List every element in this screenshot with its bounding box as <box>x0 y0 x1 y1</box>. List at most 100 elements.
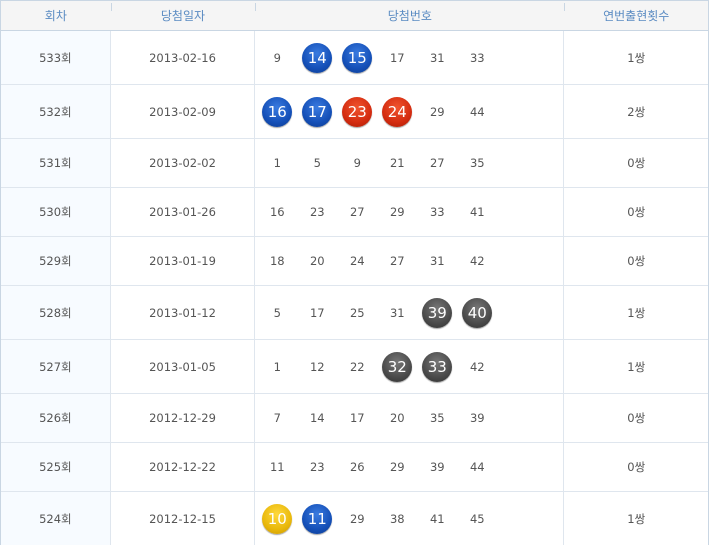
round-cell: 531회 <box>1 139 111 187</box>
header-round: 회차 <box>44 9 67 23</box>
number-slot: 17 <box>297 96 337 127</box>
lotto-number: 21 <box>389 156 405 170</box>
number-slot: 31 <box>417 51 457 65</box>
number-slot: 31 <box>377 306 417 320</box>
number-slot: 24 <box>337 254 377 268</box>
number-slot: 33 <box>417 205 457 219</box>
lotto-number: 39 <box>429 460 445 474</box>
number-slot: 44 <box>457 460 497 474</box>
winning-numbers-cell: 16 17 23 24 29 44 <box>255 85 565 138</box>
lotto-number: 29 <box>389 205 405 219</box>
number-slot: 39 <box>417 297 457 328</box>
number-slot: 45 <box>457 512 497 526</box>
date-cell: 2012-12-22 <box>111 443 256 491</box>
number-slot: 29 <box>377 460 417 474</box>
number-slot: 24 <box>377 96 417 127</box>
consecutive-count-cell: 0쌍 <box>627 254 646 268</box>
number-slot: 27 <box>417 156 457 170</box>
number-slot: 32 <box>377 351 417 382</box>
lotto-ball-blue: 17 <box>302 96 333 127</box>
lotto-number: 39 <box>469 411 485 425</box>
number-slot: 29 <box>337 512 377 526</box>
number-slot: 10 <box>257 503 297 534</box>
lotto-number: 26 <box>349 460 365 474</box>
lotto-number: 9 <box>353 156 361 170</box>
lotto-number: 31 <box>429 254 445 268</box>
lotto-number: 27 <box>389 254 405 268</box>
winning-numbers-cell: 7 14 17 20 35 39 <box>255 394 565 442</box>
number-slot: 35 <box>457 156 497 170</box>
number-slot: 1 <box>257 360 297 374</box>
winning-numbers-cell: 9 14 15 17 31 33 <box>255 31 565 84</box>
lotto-number: 33 <box>469 50 485 65</box>
lotto-number: 17 <box>309 305 325 320</box>
table-body: 533회 2013-02-16 9 14 15 17 31 33 1쌍 532회 2013-02-0… <box>1 31 708 545</box>
table-row: 530회 2013-01-26 16 23 27 29 33 41 0쌍 <box>1 188 708 237</box>
consecutive-count-cell: 1쌍 <box>627 511 646 526</box>
lotto-number: 24 <box>349 254 365 268</box>
lotto-number: 18 <box>269 254 285 268</box>
lotto-number: 11 <box>269 460 285 474</box>
number-slot: 31 <box>417 254 457 268</box>
lotto-number: 35 <box>469 156 485 170</box>
lotto-ball-gray: 33 <box>422 351 453 382</box>
lotto-number: 44 <box>469 460 485 474</box>
number-slot: 42 <box>457 254 497 268</box>
lotto-number: 1 <box>273 359 281 374</box>
lotto-number: 1 <box>273 156 281 170</box>
number-slot: 35 <box>417 411 457 425</box>
number-slot: 12 <box>297 360 337 374</box>
lotto-number: 12 <box>309 359 325 374</box>
consecutive-count-cell: 1쌍 <box>627 305 646 320</box>
lotto-number: 23 <box>309 205 325 219</box>
number-slot: 9 <box>257 51 297 65</box>
consecutive-count-cell: 0쌍 <box>627 460 646 474</box>
number-slot: 11 <box>297 503 337 534</box>
table-row: 532회 2013-02-09 16 17 23 24 29 44 2쌍 <box>1 85 708 139</box>
number-slot: 15 <box>337 42 377 73</box>
header-date: 당첨일자 <box>110 1 256 30</box>
lotto-ball-yellow: 10 <box>262 503 293 534</box>
lotto-number: 17 <box>389 50 405 65</box>
number-slot: 18 <box>257 254 297 268</box>
lotto-number: 41 <box>429 511 445 526</box>
lotto-number: 9 <box>273 50 281 65</box>
winning-numbers-cell: 18 20 24 27 31 42 <box>255 237 565 285</box>
winning-numbers-cell: 10 11 29 38 41 45 <box>255 492 565 545</box>
lotto-number: 29 <box>389 460 405 474</box>
number-slot: 41 <box>457 205 497 219</box>
round-cell: 529회 <box>1 237 111 285</box>
number-slot: 23 <box>297 205 337 219</box>
number-slot: 17 <box>377 51 417 65</box>
lotto-number: 20 <box>309 254 325 268</box>
winning-numbers-cell: 1 5 9 21 27 35 <box>255 139 565 187</box>
consecutive-count-cell: 1쌍 <box>627 50 646 65</box>
winning-numbers-cell: 1 12 22 32 33 42 <box>255 340 565 393</box>
table-header: 회차 당첨일자 당첨번호 연번출현횟수 <box>1 1 708 31</box>
round-cell: 526회 <box>1 394 111 442</box>
number-slot: 29 <box>377 205 417 219</box>
lotto-number: 23 <box>309 460 325 474</box>
lotto-number: 25 <box>349 305 365 320</box>
round-cell: 527회 <box>1 340 111 393</box>
number-slot: 20 <box>297 254 337 268</box>
lotto-number: 17 <box>349 411 365 425</box>
table-row: 526회 2012-12-29 7 14 17 20 35 39 0쌍 <box>1 394 708 443</box>
number-slot: 33 <box>457 51 497 65</box>
lotto-number: 42 <box>469 254 485 268</box>
number-slot: 42 <box>457 360 497 374</box>
table-row: 524회 2012-12-15 10 11 29 38 41 45 1쌍 <box>1 492 708 545</box>
number-slot: 16 <box>257 96 297 127</box>
date-cell: 2013-01-26 <box>111 188 256 236</box>
table-row: 531회 2013-02-02 1 5 9 21 27 35 0쌍 <box>1 139 708 188</box>
date-cell: 2013-01-19 <box>111 237 256 285</box>
number-slot: 11 <box>257 460 297 474</box>
number-slot: 25 <box>337 306 377 320</box>
date-cell: 2012-12-15 <box>111 492 256 545</box>
lotto-number: 31 <box>389 305 405 320</box>
number-slot: 5 <box>297 156 337 170</box>
number-slot: 16 <box>257 205 297 219</box>
lotto-number: 20 <box>389 411 405 425</box>
number-slot: 27 <box>377 254 417 268</box>
round-cell: 532회 <box>1 85 111 138</box>
